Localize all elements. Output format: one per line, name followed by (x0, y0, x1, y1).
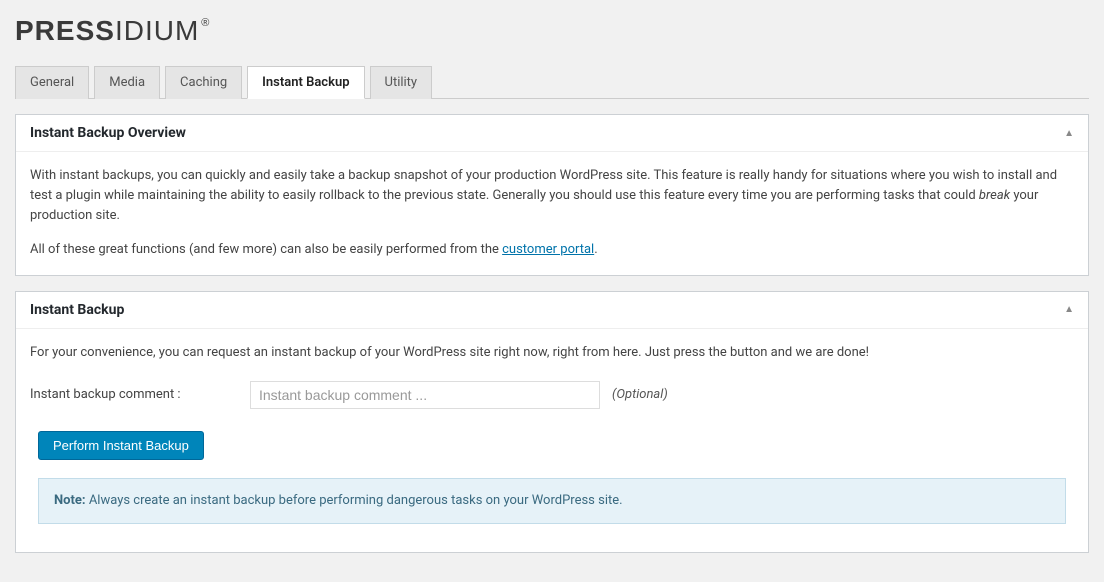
note-label: Note: (54, 493, 86, 508)
collapse-icon[interactable]: ▲ (1064, 128, 1074, 139)
logo-light: IDIUM (115, 15, 199, 46)
backup-panel-header[interactable]: Instant Backup ▲ (16, 292, 1088, 329)
logo-reg: ® (201, 17, 210, 29)
backup-title: Instant Backup (30, 302, 124, 318)
brand-logo: PRESSIDIUM® (15, 15, 208, 47)
comment-row: Instant backup comment : (Optional) (30, 381, 1074, 409)
tab-media[interactable]: Media (94, 66, 160, 99)
note-text: Always create an instant backup before p… (86, 493, 623, 508)
tabs-nav: General Media Caching Instant Backup Uti… (15, 65, 1089, 99)
overview-body: With instant backups, you can quickly an… (16, 152, 1088, 275)
backup-body: For your convenience, you can request an… (16, 329, 1088, 552)
tab-caching[interactable]: Caching (165, 66, 242, 99)
overview-p2: All of these great functions (and few mo… (30, 240, 1074, 260)
overview-title: Instant Backup Overview (30, 125, 186, 141)
collapse-icon[interactable]: ▲ (1064, 304, 1074, 315)
perform-backup-button[interactable]: Perform Instant Backup (38, 431, 204, 460)
logo-bold: PRESS (15, 15, 115, 46)
overview-panel: Instant Backup Overview ▲ With instant b… (15, 114, 1089, 276)
backup-intro: For your convenience, you can request an… (30, 343, 1074, 363)
tab-instant-backup[interactable]: Instant Backup (247, 66, 364, 99)
overview-panel-header[interactable]: Instant Backup Overview ▲ (16, 115, 1088, 152)
overview-p1: With instant backups, you can quickly an… (30, 166, 1074, 226)
customer-portal-link[interactable]: customer portal (502, 242, 594, 257)
tab-utility[interactable]: Utility (370, 66, 433, 99)
comment-label: Instant backup comment : (30, 385, 250, 405)
optional-hint: (Optional) (612, 385, 668, 405)
tab-general[interactable]: General (15, 66, 89, 99)
note-box: Note: Always create an instant backup be… (38, 478, 1066, 524)
backup-panel: Instant Backup ▲ For your convenience, y… (15, 291, 1089, 553)
comment-input[interactable] (250, 381, 600, 409)
